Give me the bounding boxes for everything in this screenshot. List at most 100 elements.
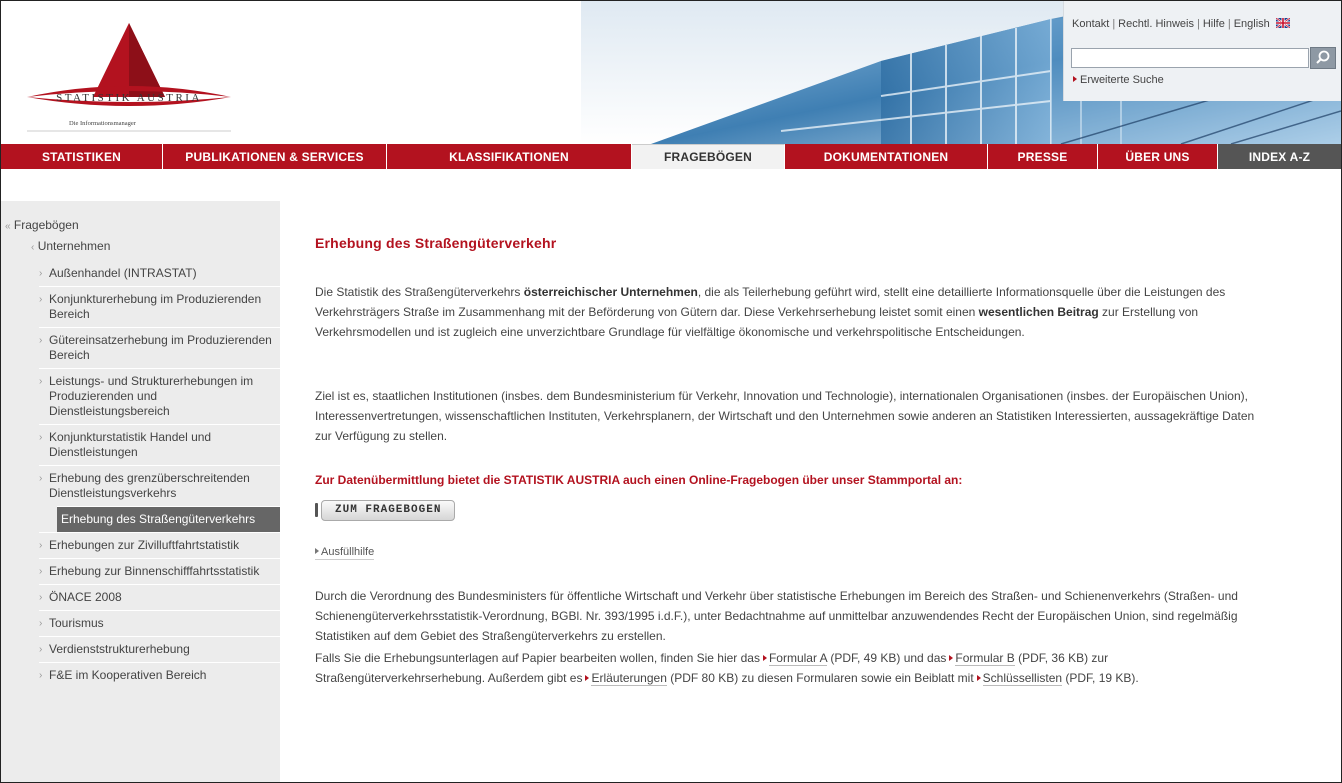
- page-frame: STATISTIK AUSTRIA Die Informationsmanage…: [0, 0, 1342, 783]
- ausfuellhilfe-link[interactable]: Ausfüllhilfe: [315, 545, 375, 560]
- erlaeuterungen-link[interactable]: Erläuterungen: [591, 671, 667, 686]
- sidebar-item[interactable]: › Außenhandel (INTRASTAT): [39, 261, 280, 286]
- chevron-right-icon: ›: [39, 432, 43, 443]
- help-link-label: Ausfüllhilfe: [321, 546, 375, 558]
- formular-b-link[interactable]: Formular B: [955, 651, 1015, 666]
- paper-forms-paragraph: Falls Sie die Erhebungsunterlagen auf Pa…: [315, 648, 1255, 688]
- arrow-icon: [585, 675, 590, 681]
- text-span: Die Statistik des Straßengüterverkehrs: [315, 285, 524, 299]
- chevron-right-icon: ›: [39, 566, 43, 577]
- sidebar-item[interactable]: › Erhebungen zur Zivilluftfahrtstatistik: [39, 532, 280, 558]
- sidebar-sub-label: Unternehmen: [37, 239, 111, 253]
- chevron-left-icon: ‹: [31, 242, 35, 253]
- sidebar-item-label: Erhebung zur Binnenschifffahrtsstatistik: [49, 564, 260, 578]
- svg-text:Die Informationsmanager: Die Informationsmanager: [69, 120, 137, 127]
- header: STATISTIK AUSTRIA Die Informationsmanage…: [1, 1, 1341, 144]
- sidebar-item-label: Leistungs- und Strukturerhebungen im Pro…: [49, 374, 254, 418]
- sidebar-item[interactable]: › Konjunkturstatistik Handel und Dienstle…: [39, 424, 280, 465]
- sidebar-list: › Außenhandel (INTRASTAT) › Konjunkturerhe…: [39, 261, 280, 688]
- link-rechtl-hinweis[interactable]: Rechtl. Hinweis: [1118, 18, 1194, 30]
- sidebar-item[interactable]: › Erhebung zur Binnenschifffahrtsstatisti…: [39, 558, 280, 584]
- chevron-right-icon: ›: [39, 335, 43, 346]
- sidebar-item-label: Tourismus: [49, 616, 104, 630]
- sidebar-item[interactable]: › Erhebung des grenzüberschreitenden Dien…: [39, 465, 280, 506]
- sidebar-parent-unternehmen[interactable]: ‹ Unternehmen: [31, 239, 110, 253]
- chevron-right-icon: ›: [39, 294, 43, 305]
- sidebar-item-label: Gütereinsatzerhebung im Produzierenden B…: [49, 333, 272, 362]
- arrow-icon: [976, 675, 981, 681]
- button-label: ZUM FRAGEBOGEN: [321, 499, 456, 521]
- sidebar-item[interactable]: › Konjunkturerhebung im Produzierenden Be…: [39, 286, 280, 327]
- text-span: (PDF 80 KB) zu diesen Formularen sowie e…: [666, 671, 974, 685]
- text-span: (PDF, 49 KB) und das: [827, 651, 947, 665]
- schluessellisten-link[interactable]: Schlüssellisten: [982, 671, 1063, 686]
- formular-a-link[interactable]: Formular A: [768, 651, 827, 666]
- arrow-icon: [762, 655, 767, 661]
- online-form-notice: Zur Datenübermittlung bietet die STATIST…: [315, 473, 963, 487]
- text-span: (PDF, 19 KB).: [1062, 671, 1139, 685]
- main-nav: STATISTIKEN PUBLIKATIONEN & SERVICES KLA…: [1, 144, 1341, 169]
- chevron-right-icon: ›: [39, 618, 43, 629]
- sidebar-item-label: Verdienststrukturerhebung: [49, 642, 190, 656]
- bold-span: wesentlichen Beitrag: [978, 305, 1099, 319]
- sidebar-item[interactable]: › Leistungs- und Strukturerhebungen im Pr…: [39, 368, 280, 424]
- advanced-search-label: Erweiterte Suche: [1080, 74, 1164, 86]
- chevron-right-icon: ›: [39, 473, 43, 484]
- button-bar-icon: [315, 503, 318, 517]
- link-hilfe[interactable]: Hilfe: [1203, 18, 1225, 30]
- chevron-right-icon: ›: [39, 592, 43, 603]
- arrow-icon: [1073, 76, 1077, 82]
- nav-ueber-uns[interactable]: ÜBER UNS: [1098, 144, 1218, 169]
- chevron-right-icon: ›: [39, 268, 43, 279]
- nav-index-a-z[interactable]: INDEX A-Z: [1218, 144, 1341, 169]
- chevron-right-icon: ›: [39, 540, 43, 551]
- sidebar-item-label: F&E im Kooperativen Bereich: [49, 668, 207, 682]
- sidebar-item-label: Außenhandel (INTRASTAT): [49, 266, 197, 280]
- chevron-right-icon: ›: [39, 376, 43, 387]
- intro-paragraph: Die Statistik des Straßengüterverkehrs ö…: [315, 282, 1255, 342]
- sidebar-parent-frageboegen[interactable]: « Fragebögen: [5, 218, 79, 232]
- chevron-right-icon: ›: [39, 644, 43, 655]
- utility-links: Kontakt | Rechtl. Hinweis | Hilfe | English: [1072, 18, 1290, 30]
- sidebar-item-label: Konjunkturerhebung im Produzierenden Ber…: [49, 292, 262, 321]
- nav-klassifikationen[interactable]: KLASSIFIKATIONEN: [387, 144, 632, 169]
- search-button[interactable]: [1310, 47, 1336, 69]
- zum-fragebogen-button[interactable]: ZUM FRAGEBOGEN: [315, 499, 456, 521]
- magnifier-icon: [1316, 50, 1330, 64]
- arrow-icon: [949, 655, 954, 661]
- chevron-right-icon: ›: [39, 670, 43, 681]
- svg-text:STATISTIK AUSTRIA: STATISTIK AUSTRIA: [56, 92, 202, 104]
- sidebar-item[interactable]: › Tourismus: [39, 610, 280, 636]
- sidebar-item-label: ÖNACE 2008: [49, 590, 122, 604]
- arrow-icon: [315, 548, 319, 554]
- sidebar-item[interactable]: › ÖNACE 2008: [39, 584, 280, 610]
- text-span: Falls Sie die Erhebungsunterlagen auf Pa…: [315, 651, 760, 665]
- sidebar-item-label: Erhebung des Straßengüterverkehrs: [61, 512, 256, 526]
- link-kontakt[interactable]: Kontakt: [1072, 18, 1109, 30]
- sidebar-item-label: Konjunkturstatistik Handel und Dienstlei…: [49, 430, 212, 459]
- link-english[interactable]: English: [1234, 18, 1270, 30]
- regulation-paragraph: Durch die Verordnung des Bundesministers…: [315, 589, 1238, 643]
- nav-presse[interactable]: PRESSE: [988, 144, 1098, 169]
- search-input[interactable]: [1071, 48, 1309, 68]
- sidebar-item-label: Erhebung des grenzüberschreitenden Diens…: [49, 471, 250, 500]
- nav-publikationen-services[interactable]: PUBLIKATIONEN & SERVICES: [163, 144, 387, 169]
- advanced-search-link[interactable]: Erweiterte Suche: [1073, 74, 1164, 86]
- utility-box: Kontakt | Rechtl. Hinweis | Hilfe | English Er…: [1063, 1, 1341, 101]
- sidebar: « Fragebögen ‹ Unternehmen › Außenhandel …: [1, 201, 280, 782]
- nav-statistiken[interactable]: STATISTIKEN: [1, 144, 163, 169]
- statistik-austria-logo[interactable]: STATISTIK AUSTRIA Die Informationsmanage…: [21, 19, 241, 139]
- sidebar-item[interactable]: › Verdienststrukturerhebung: [39, 636, 280, 662]
- nav-dokumentationen[interactable]: DOKUMENTATIONEN: [785, 144, 988, 169]
- double-chevron-left-icon: «: [5, 221, 11, 232]
- sidebar-item[interactable]: › Gütereinsatzerhebung im Produzierenden …: [39, 327, 280, 368]
- sidebar-parent-label: Fragebögen: [13, 218, 79, 232]
- sidebar-item-label: Erhebungen zur Zivilluftfahrtstatistik: [49, 538, 240, 552]
- sidebar-item-selected[interactable]: ›Erhebung des Straßengüterverkehrs: [57, 506, 280, 532]
- page-title: Erhebung des Straßengüterverkehr: [315, 235, 557, 251]
- uk-flag-icon[interactable]: [1275, 18, 1290, 28]
- bold-span: österreichischer Unternehmen: [523, 285, 698, 299]
- nav-frageboegen[interactable]: FRAGEBÖGEN: [632, 144, 785, 169]
- goal-paragraph: Ziel ist es, staatlichen Institutionen (…: [315, 389, 1255, 443]
- sidebar-item[interactable]: › F&E im Kooperativen Bereich: [39, 662, 280, 688]
